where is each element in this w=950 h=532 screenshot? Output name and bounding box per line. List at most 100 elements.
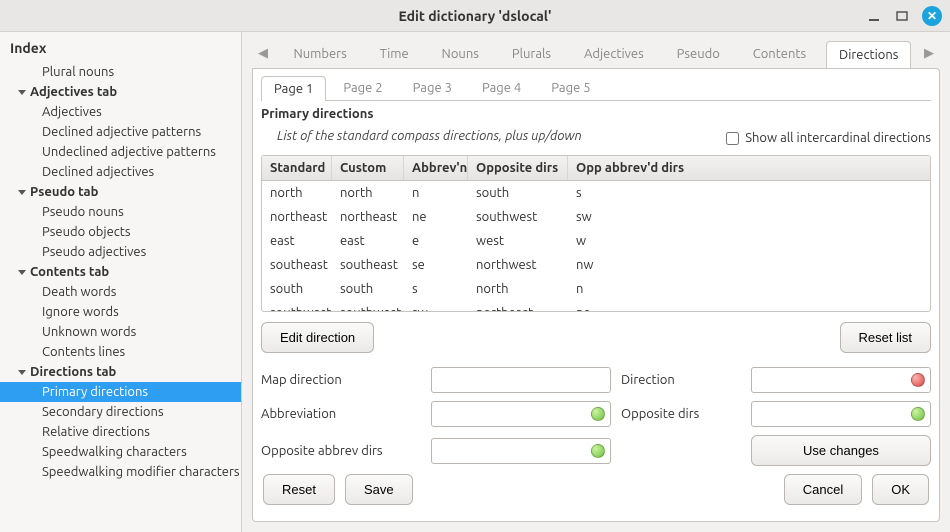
tab-nouns[interactable]: Nouns [429,40,492,67]
abbreviation-label: Abbreviation [261,407,421,421]
status-dot-green-icon [591,444,605,458]
sidebar-item[interactable]: Plural nouns [0,62,241,82]
sidebar-item[interactable]: Speedwalking modifier characters [0,462,241,482]
tab-adjectives[interactable]: Adjectives [571,40,657,67]
sidebar-item[interactable]: Declined adjectives [0,162,241,182]
directions-table: StandardCustomAbbrev'nOpposite dirsOpp a… [261,155,931,312]
table-cell: nw [568,253,930,277]
status-dot-red-icon [911,373,925,387]
show-intercardinal-input[interactable] [726,132,739,145]
sidebar-item[interactable]: Adjectives [0,102,241,122]
subtab[interactable]: Page 2 [330,75,395,100]
table-row[interactable]: northeastnortheastnesouthwestsw [262,205,930,229]
tab-pseudo[interactable]: Pseudo [664,40,733,67]
table-cell: east [332,229,404,253]
direction-input[interactable] [751,367,931,393]
opposite-abbrev-dirs-label: Opposite abbrev dirs [261,444,421,458]
opposite-dirs-input[interactable] [751,401,931,427]
status-dot-green-icon [591,407,605,421]
sidebar-item[interactable]: Primary directions [0,382,241,402]
table-header[interactable]: Custom [332,156,404,180]
table-cell: ne [568,301,930,311]
reset-button[interactable]: Reset [263,474,335,505]
table-cell: sw [568,205,930,229]
sidebar-item[interactable]: Pseudo objects [0,222,241,242]
subtab[interactable]: Page 3 [400,75,465,100]
sidebar-item[interactable]: Ignore words [0,302,241,322]
chevron-down-icon [18,370,26,375]
map-direction-input[interactable] [431,367,611,393]
sidebar-item[interactable]: Undeclined adjective patterns [0,142,241,162]
tab-numbers[interactable]: Numbers [280,40,359,67]
table-cell: north [468,277,568,301]
table-cell: s [404,277,468,301]
tab-nav-left-icon[interactable]: ◀ [252,46,274,61]
sidebar-item[interactable]: Death words [0,282,241,302]
table-cell: w [568,229,930,253]
table-cell: southwest [332,301,404,311]
table-header[interactable]: Opposite dirs [468,156,568,180]
tab-contents[interactable]: Contents [740,40,819,67]
tab-nav-right-icon[interactable]: ▶ [918,46,940,61]
use-changes-button[interactable]: Use changes [751,435,931,466]
table-cell: southeast [332,253,404,277]
sidebar-group[interactable]: Directions tab [0,362,241,382]
ok-button[interactable]: OK [872,474,929,505]
table-cell: southwest [468,205,568,229]
sidebar-group[interactable]: Pseudo tab [0,182,241,202]
sidebar-item[interactable]: Unknown words [0,322,241,342]
close-button[interactable]: ✕ [922,6,942,26]
table-cell: east [262,229,332,253]
tab-time[interactable]: Time [367,40,422,67]
subtab[interactable]: Page 1 [261,76,326,101]
subtab[interactable]: Page 5 [538,75,603,100]
table-cell: northwest [468,253,568,277]
table-cell: west [468,229,568,253]
sidebar-item[interactable]: Relative directions [0,422,241,442]
section-description: List of the standard compass directions,… [277,129,582,143]
table-cell: south [332,277,404,301]
sidebar-item[interactable]: Pseudo adjectives [0,242,241,262]
sidebar-item[interactable]: Declined adjective patterns [0,122,241,142]
sidebar-item[interactable]: Secondary directions [0,402,241,422]
cancel-button[interactable]: Cancel [784,474,862,505]
tab-bar: ◀ Numbers Time Nouns Plurals Adjectives Pseud… [252,38,940,68]
maximize-button[interactable] [894,8,910,24]
tab-directions[interactable]: Directions [826,41,911,68]
sidebar-item[interactable]: Contents lines [0,342,241,362]
status-dot-green-icon [911,407,925,421]
table-row[interactable]: southwestsouthwestswnortheastne [262,301,930,311]
chevron-down-icon [18,190,26,195]
opposite-dirs-label: Opposite dirs [621,407,741,421]
minimize-button[interactable] [866,8,882,24]
table-cell: n [404,181,468,205]
sidebar-group[interactable]: Adjectives tab [0,82,241,102]
table-header[interactable]: Standard [262,156,332,180]
table-cell: north [332,181,404,205]
show-intercardinal-label: Show all intercardinal directions [745,131,931,145]
chevron-down-icon [18,270,26,275]
table-cell: n [568,277,930,301]
subtab[interactable]: Page 4 [469,75,534,100]
show-intercardinal-checkbox[interactable]: Show all intercardinal directions [726,131,931,145]
edit-direction-button[interactable]: Edit direction [261,322,374,353]
reset-list-button[interactable]: Reset list [840,322,931,353]
table-cell: southwest [262,301,332,311]
sidebar-item[interactable]: Pseudo nouns [0,202,241,222]
table-row[interactable]: southeastsoutheastsenorthwestnw [262,253,930,277]
subtab-bar: Page 1Page 2Page 3Page 4Page 5 [261,75,931,101]
table-header[interactable]: Opp abbrev'd dirs [568,156,930,180]
table-cell: north [262,181,332,205]
save-button[interactable]: Save [345,474,413,505]
sidebar-group[interactable]: Contents tab [0,262,241,282]
sidebar-item[interactable]: Speedwalking characters [0,442,241,462]
opposite-abbrev-dirs-input[interactable] [431,438,611,464]
table-cell: se [404,253,468,277]
table-header[interactable]: Abbrev'n [404,156,468,180]
abbreviation-input[interactable] [431,401,611,427]
table-row[interactable]: northnorthnsouths [262,181,930,205]
table-row[interactable]: easteastewestw [262,229,930,253]
content-area: ◀ Numbers Time Nouns Plurals Adjectives Pseud… [242,32,950,532]
table-row[interactable]: southsouthsnorthn [262,277,930,301]
tab-plurals[interactable]: Plurals [499,40,564,67]
